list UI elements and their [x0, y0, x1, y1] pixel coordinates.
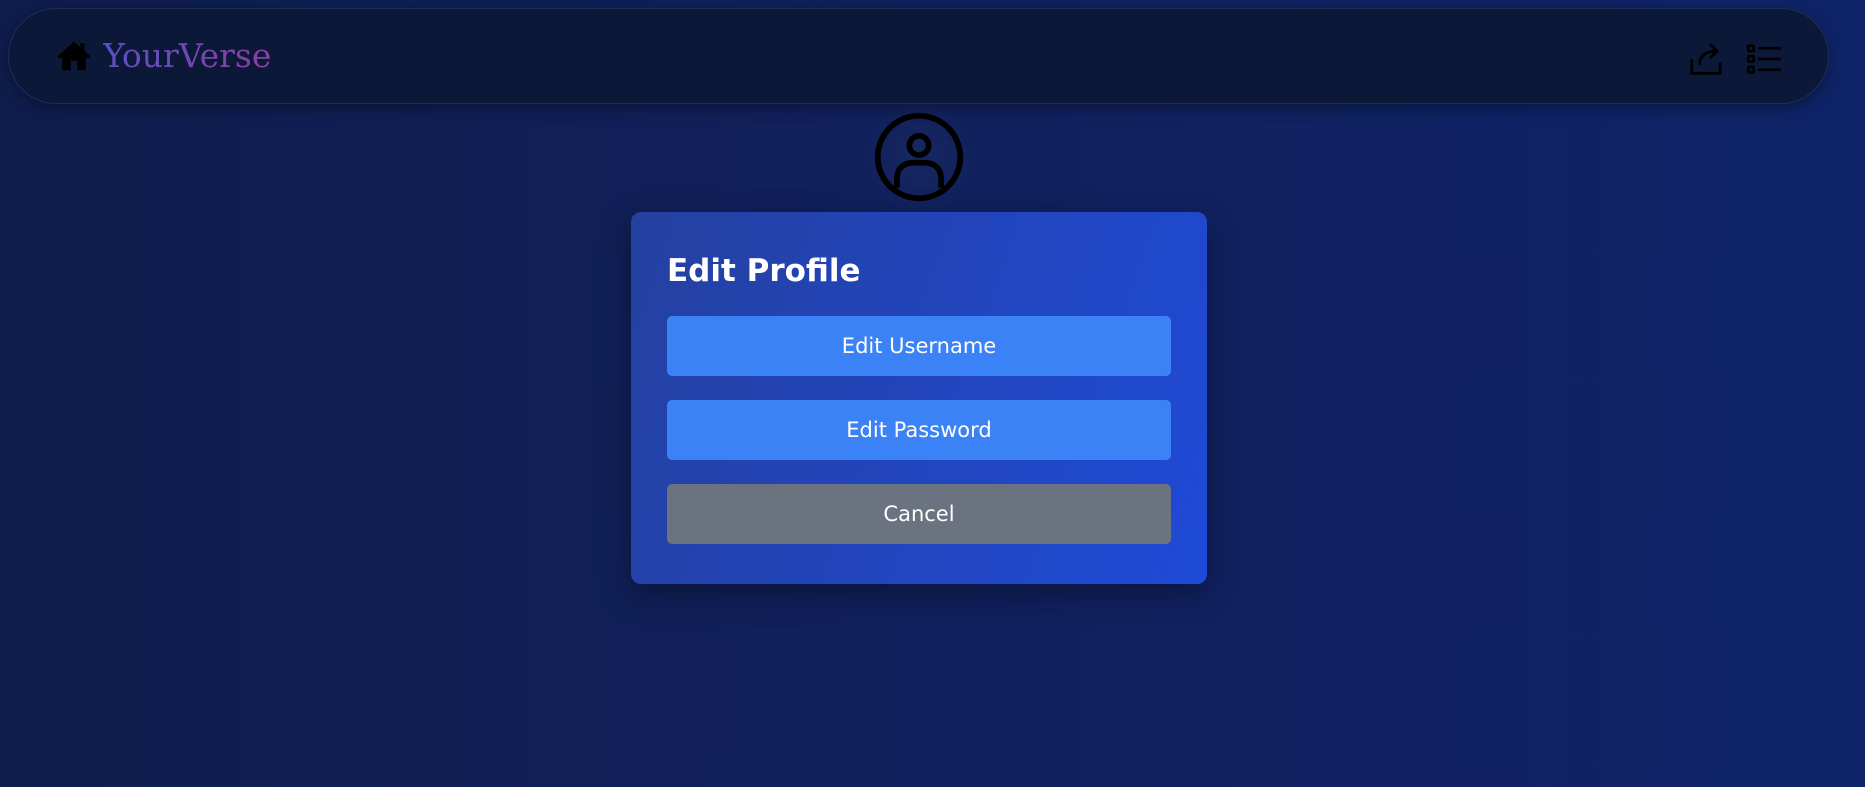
edit-profile-modal: Edit Profile Edit Username Edit Password… — [631, 212, 1207, 584]
user-circle-icon — [874, 112, 964, 202]
modal-title: Edit Profile — [667, 253, 861, 289]
share-button[interactable] — [1686, 39, 1726, 79]
top-navbar: YourVerse — [8, 8, 1829, 104]
list-menu-icon — [1746, 44, 1782, 74]
home-icon — [57, 41, 91, 71]
share-icon — [1690, 43, 1722, 75]
edit-username-button[interactable]: Edit Username — [667, 316, 1171, 376]
cancel-button[interactable]: Cancel — [667, 484, 1171, 544]
navbar-actions — [1668, 39, 1784, 79]
brand-home-link[interactable]: YourVerse — [55, 33, 271, 79]
brand-name: YourVerse — [103, 33, 271, 79]
profile-avatar[interactable] — [859, 97, 979, 217]
menu-button[interactable] — [1744, 39, 1784, 79]
edit-password-button[interactable]: Edit Password — [667, 400, 1171, 460]
